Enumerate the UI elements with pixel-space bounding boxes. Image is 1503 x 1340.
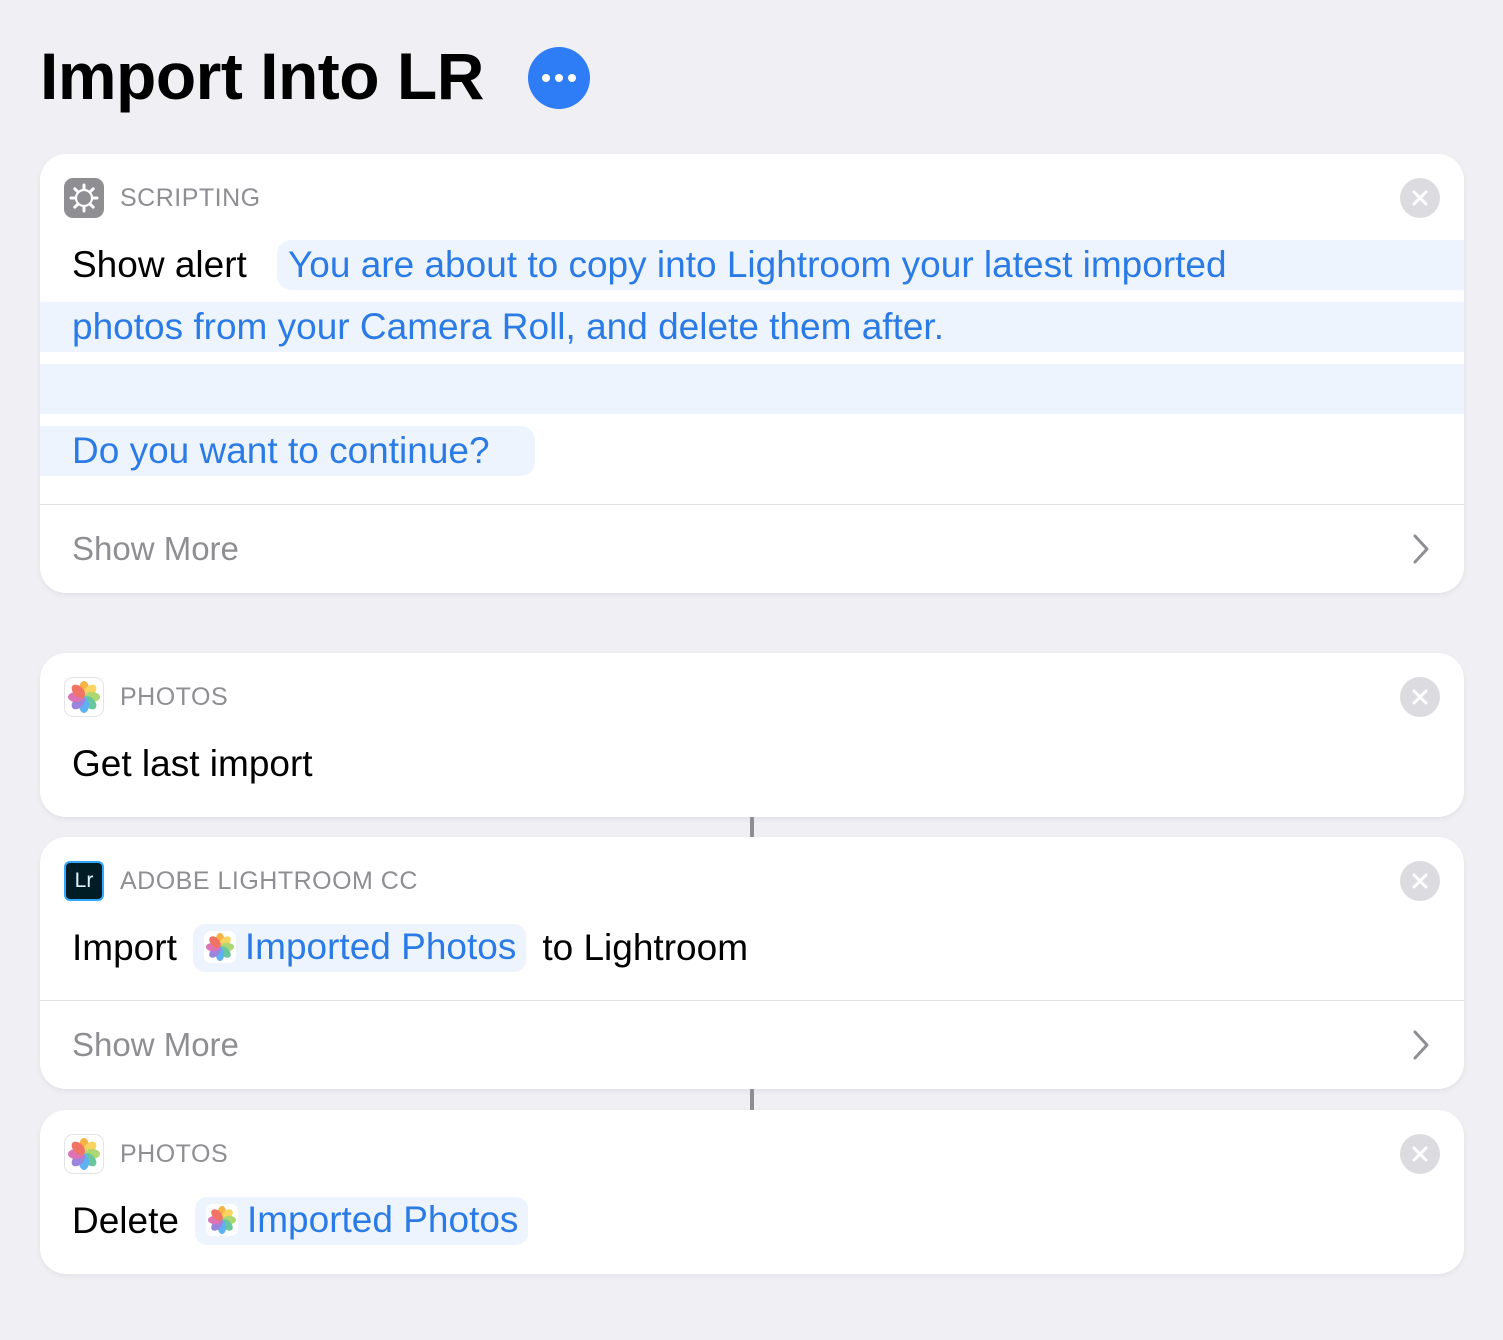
close-icon [1412,1146,1428,1162]
action-row: Show alert [72,240,247,290]
chevron-right-icon [1413,1030,1429,1060]
variable-token-imported-photos[interactable]: Imported Photos [192,924,527,972]
close-icon [1412,190,1428,206]
action-header: PHOTOS [64,677,228,717]
more-options-button[interactable] [528,47,590,109]
show-more-button[interactable]: Show More [40,1001,1464,1089]
action-row: Import Imported Photos to Lightroom [72,923,748,973]
show-more-label: Show More [72,1026,239,1063]
ellipsis-dot [568,74,576,82]
alert-message-line-1[interactable]: You are about to copy into Lightroom you… [277,240,1464,290]
action-card-get-last-import[interactable]: PHOTOS Get last import [40,653,1464,817]
variable-token-label: Imported Photos [244,926,517,967]
shortcut-title[interactable]: Import Into LR [40,38,484,114]
show-more-button[interactable]: Show More [40,505,1464,593]
lightroom-icon: Lr [64,861,104,901]
photos-icon [64,1134,104,1174]
action-verb: Delete [72,1200,179,1241]
action-header: PHOTOS [64,1134,228,1174]
action-verb: Import [72,927,177,968]
ellipsis-dot [555,74,563,82]
close-icon [1412,689,1428,705]
remove-action-button[interactable] [1400,1134,1440,1174]
action-card-show-alert[interactable]: SCRIPTING Show alert You are about to co… [40,154,1464,593]
alert-message-line-2[interactable]: photos from your Camera Roll, and delete… [40,302,1464,352]
photos-icon [64,677,104,717]
variable-token-label: Imported Photos [246,1199,519,1240]
action-card-import-to-lightroom[interactable]: Lr ADOBE LIGHTROOM CC Import Imported Ph… [40,837,1464,1089]
action-header: SCRIPTING [64,178,261,218]
action-header: Lr ADOBE LIGHTROOM CC [64,861,418,901]
remove-action-button[interactable] [1400,677,1440,717]
action-row: Delete Imported Photos [72,1196,544,1246]
action-row: Get last import [72,739,313,789]
alert-message-blank-line[interactable] [40,364,1464,414]
photos-icon [203,931,236,963]
remove-action-button[interactable] [1400,178,1440,218]
variable-token-imported-photos[interactable]: Imported Photos [194,1197,529,1245]
photos-icon [205,1204,238,1236]
action-verb: Show alert [72,244,247,285]
action-verb: Get last import [72,743,313,784]
action-connector [750,1089,754,1110]
app-category-label: SCRIPTING [120,183,261,212]
lightroom-icon-text: Lr [74,869,94,892]
remove-action-button[interactable] [1400,861,1440,901]
app-category-label: ADOBE LIGHTROOM CC [120,866,418,895]
app-category-label: PHOTOS [120,682,229,711]
action-card-delete-photos[interactable]: PHOTOS Delete Imported Photos [40,1110,1464,1274]
show-more-label: Show More [72,530,239,567]
close-icon [1412,873,1428,889]
gear-icon [64,178,104,218]
app-category-label: PHOTOS [120,1139,229,1168]
chevron-right-icon [1413,534,1429,564]
action-suffix: to Lightroom [542,927,749,968]
action-connector [750,817,754,837]
alert-message-line-4[interactable]: Do you want to continue? [40,426,535,476]
ellipsis-icon [542,74,550,82]
